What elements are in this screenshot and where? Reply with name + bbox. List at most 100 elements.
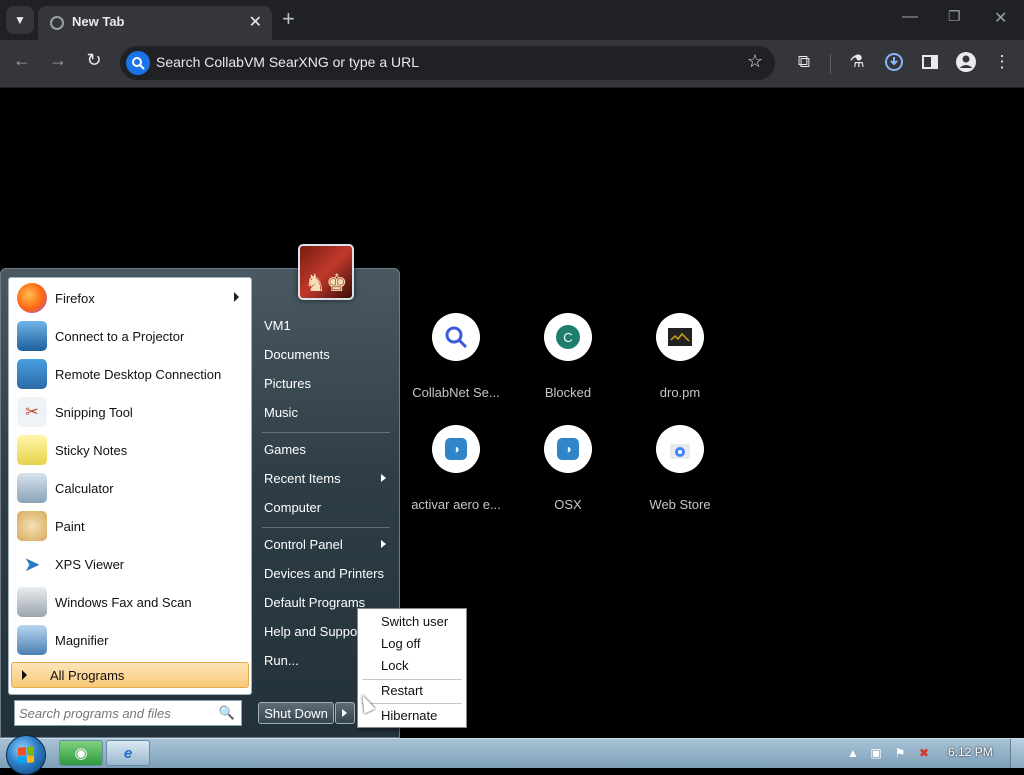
- new-tab-button[interactable]: +: [282, 8, 295, 30]
- program-item-magnifier[interactable]: Magnifier: [13, 622, 247, 658]
- program-label: Paint: [55, 518, 85, 534]
- shortcut-tile[interactable]: ◑ OSX: [512, 425, 624, 535]
- start-button[interactable]: [6, 735, 46, 775]
- taskbar-clock[interactable]: 6:12 PM: [948, 745, 993, 759]
- back-arrow-icon: ←: [13, 50, 31, 70]
- chess-pieces-icon: ♞♚: [304, 270, 348, 297]
- shortcut-tile[interactable]: CollabNet Se...: [400, 313, 512, 423]
- recent-items-label: Recent Items: [264, 471, 341, 486]
- browser-toolbar: ← → ↻ Search CollabVM SearXNG or type a …: [0, 40, 1024, 87]
- start-item-devices-printers[interactable]: Devices and Printers: [256, 561, 394, 587]
- start-menu-divider: [262, 432, 390, 433]
- start-item-documents[interactable]: Documents: [256, 342, 394, 368]
- tab-new-tab[interactable]: New Tab ✕: [38, 6, 272, 40]
- blue-fish-icon: ◑: [544, 425, 592, 473]
- search-icon: [432, 313, 480, 361]
- search-icon: 🔍: [218, 705, 235, 720]
- reload-button[interactable]: ↻: [81, 50, 107, 71]
- xps-viewer-icon: ➤: [17, 549, 47, 579]
- program-item-remote-desktop[interactable]: Remote Desktop Connection: [13, 356, 247, 392]
- program-label: Remote Desktop Connection: [55, 366, 222, 382]
- shortcut-label: activar aero e...: [411, 497, 501, 512]
- program-label: Connect to a Projector: [55, 328, 185, 344]
- shortcut-label: Blocked: [544, 385, 592, 400]
- shortcut-tile[interactable]: ◑ activar aero e...: [400, 425, 512, 535]
- show-hidden-icons-icon[interactable]: ▲: [845, 745, 861, 761]
- start-item-computer[interactable]: Computer: [256, 495, 394, 521]
- close-window-button[interactable]: ✕: [994, 8, 1007, 28]
- chevron-down-icon: ▼: [14, 13, 26, 27]
- menu-divider: [362, 703, 462, 704]
- forward-button[interactable]: →: [45, 50, 71, 71]
- taskbar-app-internet-explorer[interactable]: e: [106, 740, 150, 766]
- menu-item-switch-user[interactable]: Switch user: [361, 611, 463, 633]
- all-programs-button[interactable]: All Programs: [11, 662, 249, 688]
- shut-down-options-button[interactable]: [335, 702, 355, 724]
- profile-avatar-icon[interactable]: [954, 50, 978, 74]
- start-search-input[interactable]: [19, 702, 214, 724]
- sticky-notes-icon: [17, 435, 47, 465]
- download-icon[interactable]: [882, 50, 906, 74]
- start-item-games[interactable]: Games: [256, 437, 394, 463]
- menu-kebab-icon[interactable]: ⋮: [990, 50, 1014, 74]
- menu-item-log-off[interactable]: Log off: [361, 633, 463, 655]
- program-item-firefox[interactable]: Firefox: [13, 280, 247, 316]
- show-desktop-button[interactable]: [1010, 739, 1024, 768]
- menu-item-hibernate[interactable]: Hibernate: [361, 705, 463, 727]
- taskbar-app-green[interactable]: ◉: [59, 740, 103, 766]
- web-store-icon: [656, 425, 704, 473]
- start-search-box[interactable]: 🔍: [14, 700, 242, 726]
- program-label: Firefox: [55, 290, 95, 306]
- extensions-puzzle-icon[interactable]: ⧉: [792, 50, 816, 74]
- program-item-projector[interactable]: Connect to a Projector: [13, 318, 247, 354]
- program-item-sticky-notes[interactable]: Sticky Notes: [13, 432, 247, 468]
- network-icon[interactable]: ▣: [868, 745, 884, 761]
- search-engine-icon: [126, 51, 150, 75]
- remote-session-icon: ◉: [74, 745, 88, 762]
- start-item-pictures[interactable]: Pictures: [256, 371, 394, 397]
- program-label: XPS Viewer: [55, 556, 125, 572]
- program-item-fax-scan[interactable]: Windows Fax and Scan: [13, 584, 247, 620]
- shortcut-tile[interactable]: C Blocked: [512, 313, 624, 423]
- volume-muted-icon[interactable]: ✖: [916, 745, 932, 761]
- omnibox[interactable]: Search CollabVM SearXNG or type a URL ☆: [120, 46, 775, 80]
- start-item-music[interactable]: Music: [256, 400, 394, 426]
- action-center-flag-icon[interactable]: ⚑: [892, 745, 908, 761]
- play-arrow-icon: [22, 670, 27, 680]
- tab-search-button[interactable]: ▼: [6, 6, 34, 34]
- forward-arrow-icon: →: [49, 50, 67, 70]
- dro-pm-icon: [656, 313, 704, 361]
- reload-icon: ↻: [86, 50, 102, 70]
- program-item-paint[interactable]: Paint: [13, 508, 247, 544]
- program-label: Snipping Tool: [55, 404, 133, 420]
- back-button[interactable]: ←: [9, 50, 35, 71]
- internet-explorer-icon: e: [123, 744, 133, 762]
- omnibox-placeholder: Search CollabVM SearXNG or type a URL: [156, 54, 419, 70]
- all-programs-label: All Programs: [50, 668, 125, 683]
- menu-item-lock[interactable]: Lock: [361, 655, 463, 677]
- program-item-snipping-tool[interactable]: ✂ Snipping Tool: [13, 394, 247, 430]
- start-item-control-panel[interactable]: Control Panel: [256, 532, 394, 558]
- program-item-calculator[interactable]: Calculator: [13, 470, 247, 506]
- submenu-arrow-icon: [381, 540, 386, 548]
- side-panel-icon[interactable]: [918, 50, 942, 74]
- minimize-button[interactable]: —: [902, 8, 918, 26]
- shut-down-button[interactable]: Shut Down: [258, 702, 334, 724]
- shortcut-tile[interactable]: dro.pm: [624, 313, 736, 423]
- labs-flask-icon[interactable]: ⚗: [845, 50, 869, 74]
- close-tab-icon[interactable]: ✕: [249, 12, 262, 32]
- fax-icon: [17, 587, 47, 617]
- windows-logo-icon: [18, 746, 34, 764]
- user-picture-avatar[interactable]: ♞♚: [298, 244, 354, 300]
- blue-fish-icon: ◑: [432, 425, 480, 473]
- menu-item-restart[interactable]: Restart: [361, 680, 463, 702]
- shortcut-label: CollabNet Se...: [412, 385, 500, 400]
- tab-strip: ▼ New Tab ✕ + — ❐ ✕: [0, 0, 1024, 40]
- shortcut-tile[interactable]: Web Store: [624, 425, 736, 535]
- start-item-recent-items[interactable]: Recent Items: [256, 466, 394, 492]
- start-item-user[interactable]: VM1: [256, 313, 394, 339]
- start-menu-divider: [262, 527, 390, 528]
- bookmark-star-icon[interactable]: ☆: [747, 51, 763, 72]
- program-item-xps-viewer[interactable]: ➤ XPS Viewer: [13, 546, 247, 582]
- restore-button[interactable]: ❐: [948, 8, 961, 25]
